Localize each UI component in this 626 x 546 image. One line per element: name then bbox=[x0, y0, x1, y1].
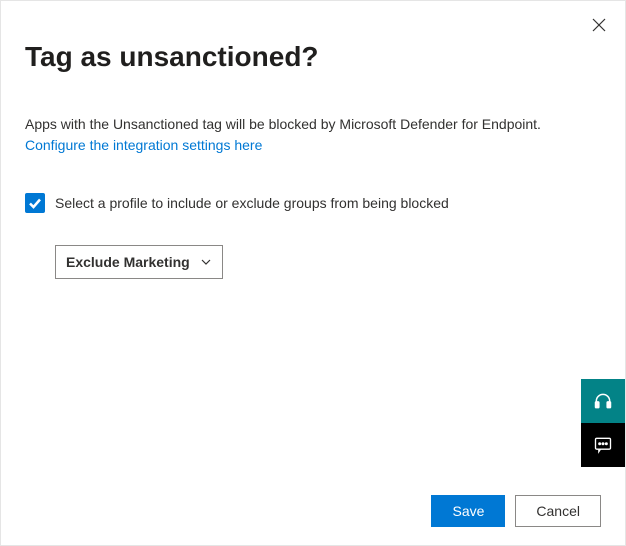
tag-unsanctioned-dialog: Tag as unsanctioned? Apps with the Unsan… bbox=[0, 0, 626, 546]
headset-icon bbox=[593, 391, 613, 411]
dialog-description: Apps with the Unsanctioned tag will be b… bbox=[25, 115, 601, 135]
profile-checkbox[interactable] bbox=[25, 193, 45, 213]
feedback-button[interactable] bbox=[581, 423, 625, 467]
chevron-down-icon bbox=[200, 256, 212, 268]
feedback-icon bbox=[593, 435, 613, 455]
dialog-footer: Save Cancel bbox=[431, 495, 601, 527]
close-button[interactable] bbox=[587, 13, 611, 37]
save-button[interactable]: Save bbox=[431, 495, 505, 527]
profile-checkbox-row: Select a profile to include or exclude g… bbox=[25, 193, 601, 213]
dialog-title: Tag as unsanctioned? bbox=[25, 41, 601, 73]
side-action-buttons bbox=[581, 379, 625, 467]
profile-checkbox-label: Select a profile to include or exclude g… bbox=[55, 195, 449, 211]
close-icon bbox=[592, 18, 606, 32]
checkmark-icon bbox=[28, 196, 42, 210]
configure-integration-link[interactable]: Configure the integration settings here bbox=[25, 137, 262, 153]
help-button[interactable] bbox=[581, 379, 625, 423]
profile-dropdown[interactable]: Exclude Marketing bbox=[55, 245, 223, 279]
dropdown-value: Exclude Marketing bbox=[66, 254, 190, 270]
cancel-button[interactable]: Cancel bbox=[515, 495, 601, 527]
